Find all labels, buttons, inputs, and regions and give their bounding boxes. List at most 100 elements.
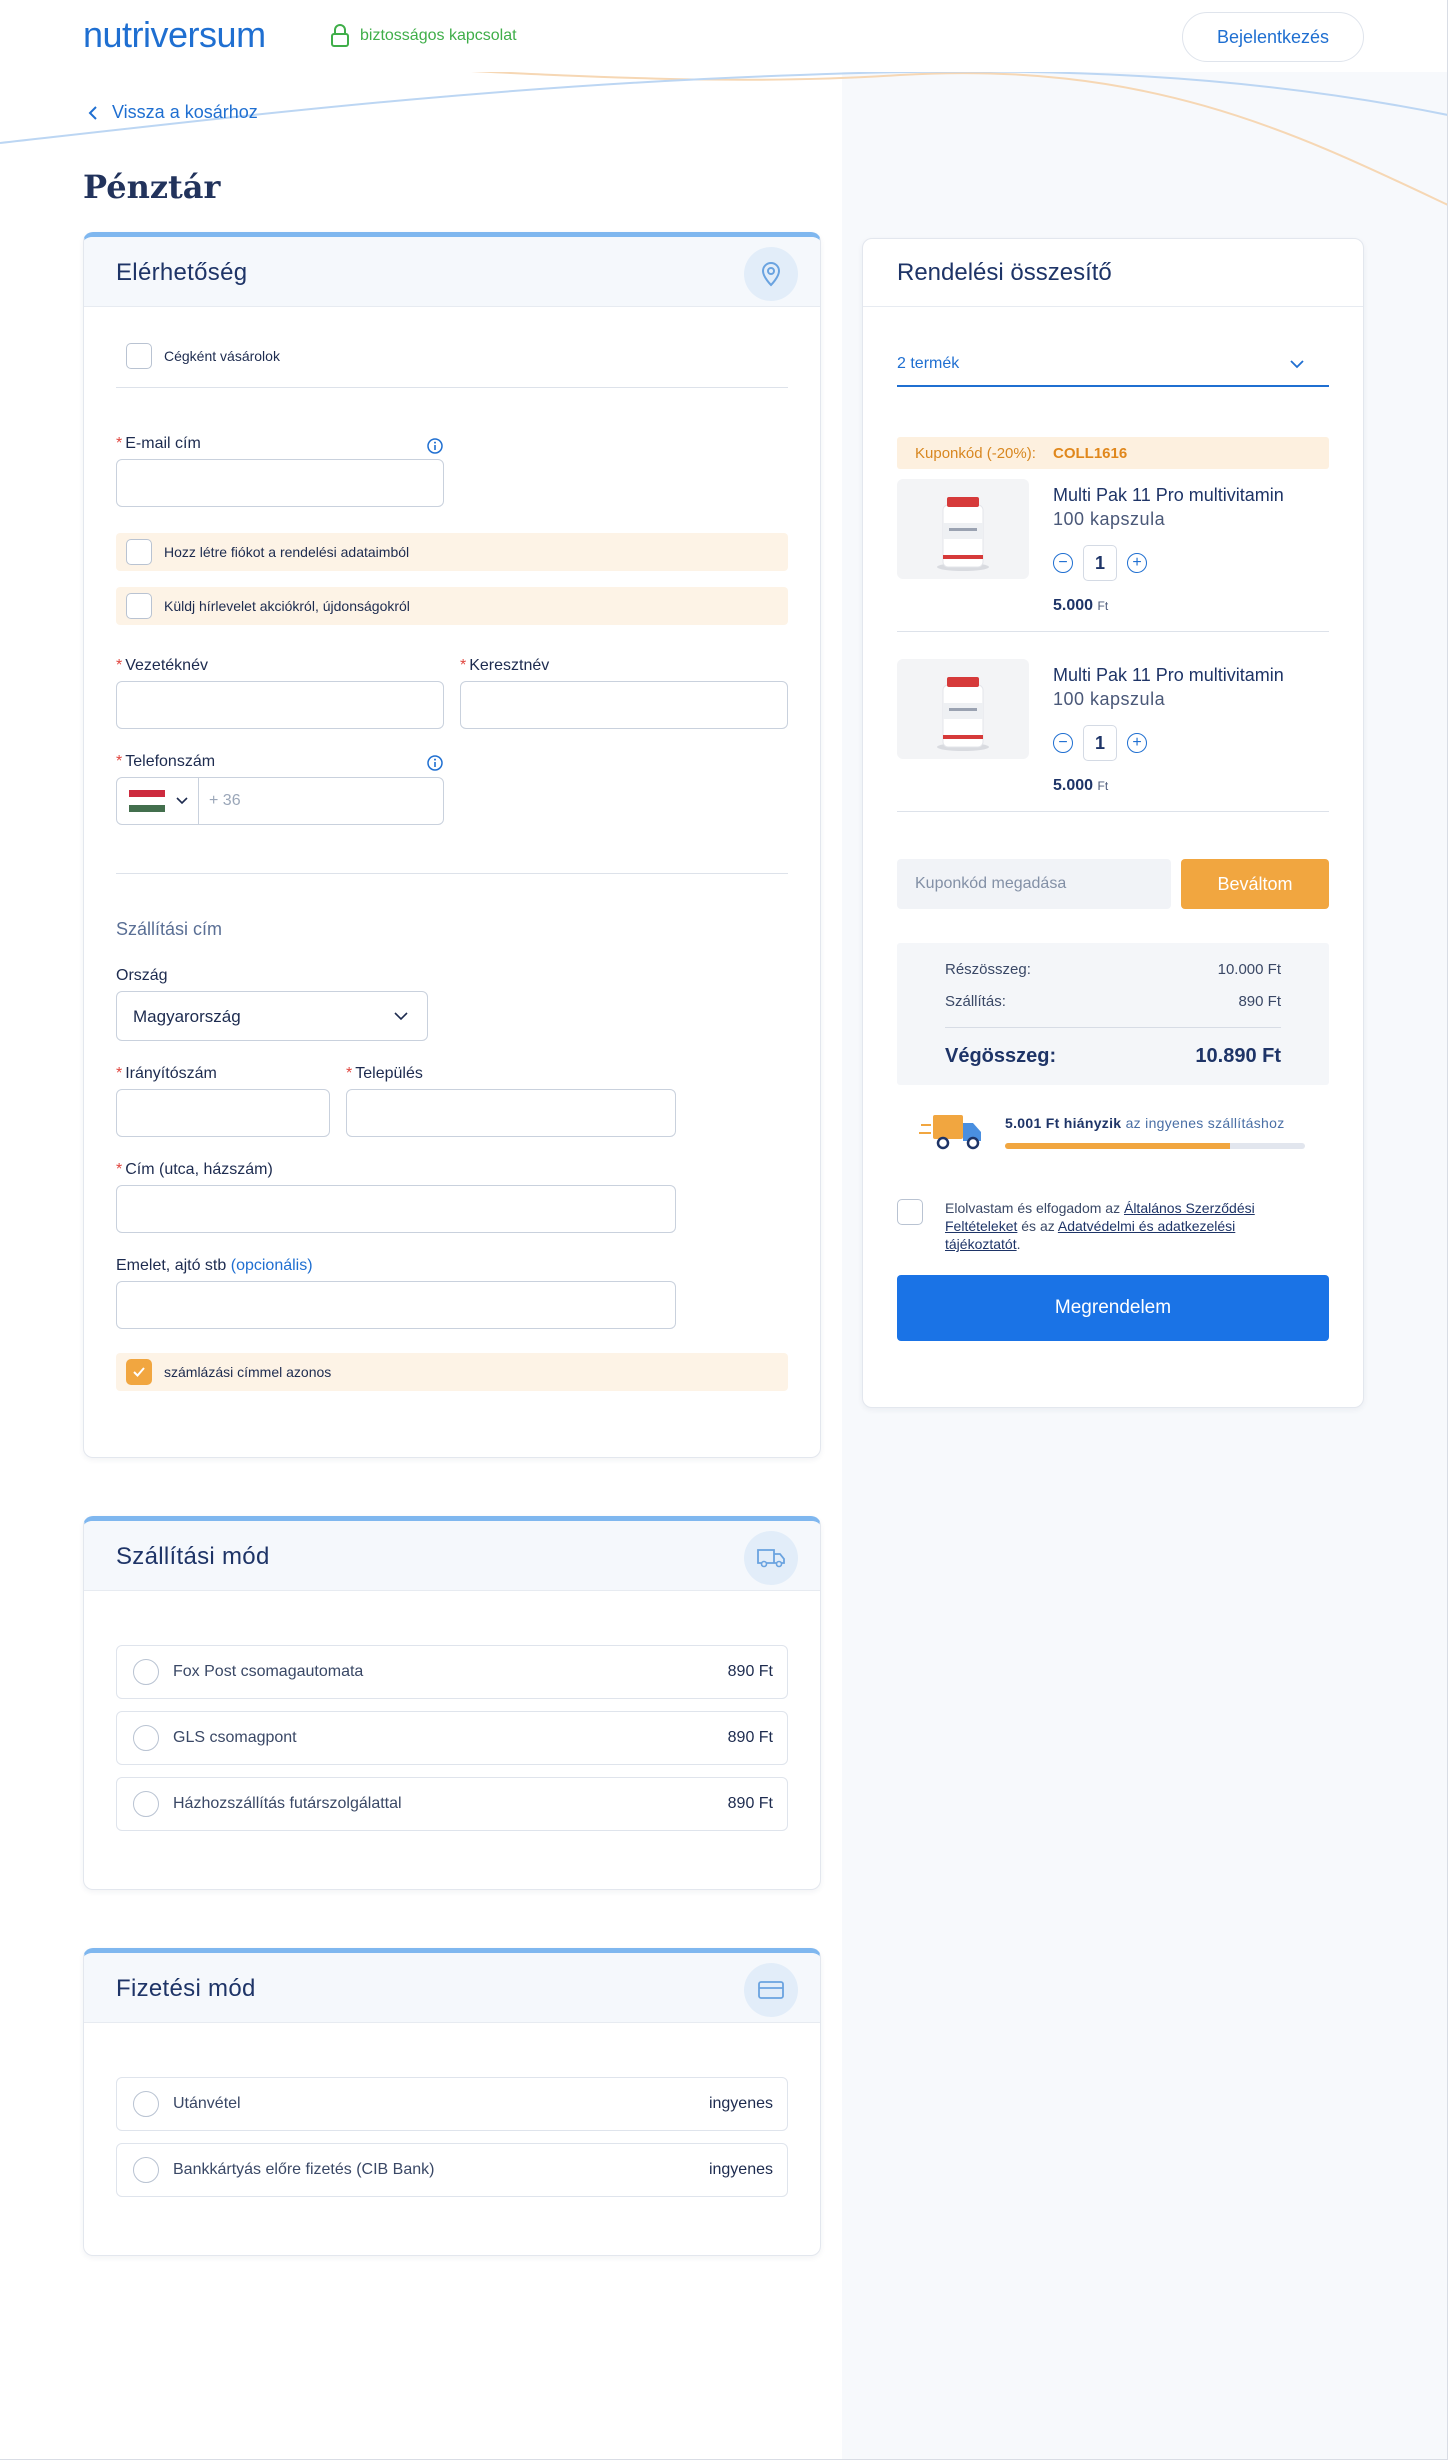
shipping-option-label: Házhozszállítás futárszolgálattal <box>173 1795 402 1812</box>
payment-option[interactable]: Utánvétel ingyenes <box>116 2077 788 2131</box>
secure-connection: biztosságos kapcsolat <box>330 24 517 48</box>
same-billing-checkbox[interactable] <box>126 1359 152 1385</box>
coupon-banner: Kuponkód (-20%): COLL1616 <box>897 437 1329 469</box>
radio-button[interactable] <box>133 1725 159 1751</box>
contact-card-header: Elérhetőség <box>84 237 820 307</box>
zip-field[interactable] <box>116 1089 330 1137</box>
coupon-placeholder: Kuponkód megadása <box>915 875 1067 892</box>
coupon-prefix: Kuponkód (-20%): <box>915 445 1036 462</box>
order-summary-card: Rendelési összesítő 2 termék Kuponkód (-… <box>862 238 1364 1408</box>
shipping-method-card: Szállítási mód Fox Post csomagautomata 8… <box>83 1516 821 1890</box>
shipping-value: 890 Ft <box>1238 993 1281 1010</box>
minus-icon[interactable]: − <box>1053 733 1073 753</box>
radio-button[interactable] <box>133 1791 159 1817</box>
payment-option-label: Bankkártyás előre fizetés (CIB Bank) <box>173 2161 435 2178</box>
company-checkbox-label: Cégként vásárolok <box>164 348 280 364</box>
create-account-row[interactable]: Hozz létre fiókot a rendelési adataimból <box>116 533 788 571</box>
logo[interactable]: nutriversum <box>83 14 266 56</box>
country-select[interactable]: Magyarország <box>116 991 428 1041</box>
redeem-button[interactable]: Beváltom <box>1181 859 1329 909</box>
quantity-value[interactable]: 1 <box>1083 725 1117 761</box>
info-icon[interactable] <box>427 438 443 454</box>
payment-option-label: Utánvétel <box>173 2095 241 2112</box>
product-price: 5.000 Ft <box>1053 597 1109 614</box>
country-label: Ország <box>116 967 168 984</box>
lastname-label: * Vezetéknév <box>116 657 208 674</box>
total-label: Végösszeg: <box>945 1045 1057 1067</box>
lastname-field[interactable] <box>116 681 444 729</box>
country-code-selector[interactable] <box>117 778 199 824</box>
same-billing-row[interactable]: számlázási címmel azonos <box>116 1353 788 1391</box>
quantity-stepper[interactable]: − 1 + <box>1053 725 1147 761</box>
payment-option[interactable]: Bankkártyás előre fizetés (CIB Bank) ing… <box>116 2143 788 2197</box>
newsletter-label: Küldj hírlevelet akciókról, újdonságokró… <box>164 598 410 614</box>
city-field[interactable] <box>346 1089 676 1137</box>
newsletter-checkbox[interactable] <box>126 593 152 619</box>
total-value: 10.890 Ft <box>1195 1045 1281 1067</box>
plus-icon[interactable]: + <box>1127 553 1147 573</box>
site-header: nutriversum biztosságos kapcsolat Bejele… <box>0 0 1447 72</box>
back-to-cart-link[interactable]: Vissza a kosárhoz <box>88 102 258 123</box>
free-shipping-progress <box>1005 1143 1305 1149</box>
radio-button[interactable] <box>133 2091 159 2117</box>
free-shipping-amount: 5.001 Ft hiányzik <box>1005 1115 1122 1131</box>
product-image[interactable] <box>897 479 1029 579</box>
shipping-label: Szállítás: <box>945 993 1006 1010</box>
phone-field[interactable]: + 36 <box>116 777 444 825</box>
shipping-method-title: Szállítási mód <box>116 1543 270 1570</box>
create-account-checkbox[interactable] <box>126 539 152 565</box>
newsletter-row[interactable]: Küldj hírlevelet akciókról, újdonságokró… <box>116 587 788 625</box>
info-icon[interactable] <box>427 755 443 771</box>
email-field[interactable] <box>116 459 444 507</box>
minus-icon[interactable]: − <box>1053 553 1073 573</box>
subtotal-label: Részösszeg: <box>945 961 1031 978</box>
free-shipping-text: 5.001 Ft hiányzik az ingyenes szállításh… <box>1005 1115 1285 1131</box>
product-name[interactable]: Multi Pak 11 Pro multivitamin <box>1053 665 1284 686</box>
address-field[interactable] <box>116 1185 676 1233</box>
chevron-left-icon <box>88 105 97 120</box>
product-name[interactable]: Multi Pak 11 Pro multivitamin <box>1053 485 1284 506</box>
progress-fill <box>1005 1143 1230 1149</box>
lock-icon <box>331 24 349 47</box>
plus-icon[interactable]: + <box>1127 733 1147 753</box>
quantity-stepper[interactable]: − 1 + <box>1053 545 1147 581</box>
shipping-option[interactable]: Fox Post csomagautomata 890 Ft <box>116 1645 788 1699</box>
quantity-value[interactable]: 1 <box>1083 545 1117 581</box>
country-value: Magyarország <box>133 1007 241 1026</box>
product-image[interactable] <box>897 659 1029 759</box>
items-toggle[interactable]: 2 termék <box>897 345 1329 387</box>
radio-button[interactable] <box>133 1659 159 1685</box>
floor-field[interactable] <box>116 1281 676 1329</box>
secure-text: biztosságos kapcsolat <box>360 27 517 44</box>
divider <box>945 1027 1281 1028</box>
company-checkbox[interactable] <box>126 343 152 369</box>
login-button[interactable]: Bejelentkezés <box>1182 12 1364 62</box>
shipping-option[interactable]: GLS csomagpont 890 Ft <box>116 1711 788 1765</box>
terms-checkbox[interactable] <box>897 1199 923 1225</box>
firstname-field[interactable] <box>460 681 788 729</box>
subtotal-value: 10.000 Ft <box>1217 961 1281 978</box>
same-billing-label: számlázási címmel azonos <box>164 1364 332 1380</box>
coupon-input[interactable]: Kuponkód megadása <box>897 859 1171 909</box>
shipping-option[interactable]: Házhozszállítás futárszolgálattal 890 Ft <box>116 1777 788 1831</box>
chevron-down-icon <box>394 1012 408 1021</box>
payment-method-card: Fizetési mód Utánvétel ingyenes Bankkárt… <box>83 1948 821 2256</box>
firstname-label: * Keresztnév <box>460 657 550 674</box>
optional-hint: (opcionális) <box>230 1257 313 1274</box>
divider <box>116 387 788 388</box>
shipping-option-label: Fox Post csomagautomata <box>173 1663 364 1680</box>
back-label: Vissza a kosárhoz <box>112 102 258 122</box>
credit-card-icon <box>744 1963 798 2017</box>
divider <box>897 811 1329 812</box>
zip-label: * Irányítószám <box>116 1065 217 1082</box>
order-button[interactable]: Megrendelem <box>897 1275 1329 1341</box>
chevron-down-icon <box>1290 360 1304 369</box>
delivery-truck-icon <box>919 1115 981 1150</box>
checkout-page: nutriversum biztosságos kapcsolat Bejele… <box>0 0 1448 2460</box>
radio-button[interactable] <box>133 2157 159 2183</box>
hungary-flag-icon <box>129 790 165 812</box>
truck-icon <box>744 1531 798 1585</box>
coupon-code: COLL1616 <box>1053 445 1128 462</box>
contact-title: Elérhetőség <box>116 259 248 286</box>
company-checkbox-row[interactable]: Cégként vásárolok <box>116 337 788 375</box>
